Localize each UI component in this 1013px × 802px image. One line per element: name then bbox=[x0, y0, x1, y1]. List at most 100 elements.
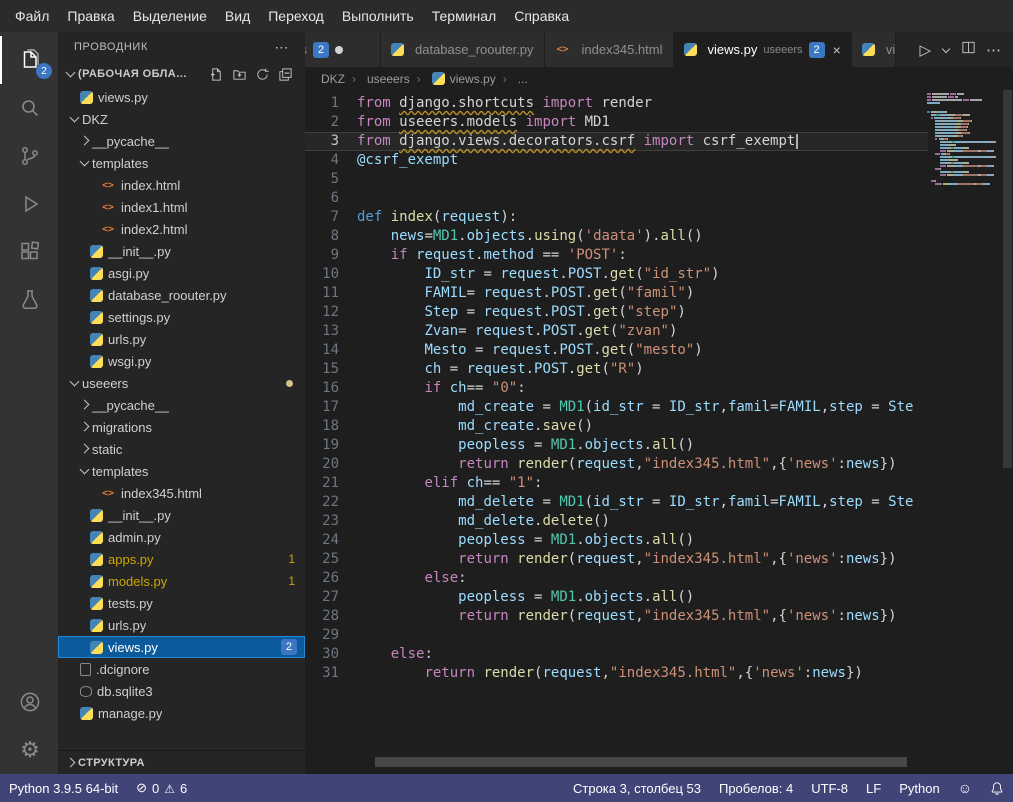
tree-item-views.py[interactable]: views.py bbox=[58, 86, 305, 108]
line-number[interactable]: 11 bbox=[305, 284, 357, 303]
close-icon[interactable] bbox=[833, 42, 841, 58]
line-number[interactable]: 7 bbox=[305, 208, 357, 227]
line-number[interactable]: 2 bbox=[305, 113, 357, 132]
tree-item-static[interactable]: static bbox=[58, 438, 305, 460]
line-number[interactable]: 26 bbox=[305, 569, 357, 588]
code-line[interactable]: 13 Zvan= request.POST.get("zvan") bbox=[305, 322, 928, 341]
code-line[interactable]: 10 ID_str = request.POST.get("id_str") bbox=[305, 265, 928, 284]
breadcrumb-item[interactable]: ... bbox=[496, 72, 528, 86]
tree-item-DKZ[interactable]: DKZ bbox=[58, 108, 305, 130]
code-line[interactable]: 20 return render(request,"index345.html"… bbox=[305, 455, 928, 474]
tree-item-admin.py[interactable]: admin.py bbox=[58, 526, 305, 548]
line-number[interactable]: 30 bbox=[305, 645, 357, 664]
tree-item-tests.py[interactable]: tests.py bbox=[58, 592, 305, 614]
code-line[interactable]: 4@csrf_exempt bbox=[305, 151, 928, 170]
line-number[interactable]: 15 bbox=[305, 360, 357, 379]
line-number[interactable]: 22 bbox=[305, 493, 357, 512]
tree-item-index345.html[interactable]: index345.html bbox=[58, 482, 305, 504]
code-line[interactable]: 2from useeers.models import MD1 bbox=[305, 113, 928, 132]
collapse-all-icon[interactable] bbox=[278, 67, 293, 82]
tree-item-__pycache__[interactable]: __pycache__ bbox=[58, 130, 305, 152]
line-number[interactable]: 18 bbox=[305, 417, 357, 436]
code-line[interactable]: 12 Step = request.POST.get("step") bbox=[305, 303, 928, 322]
code-line[interactable]: 17 md_create = MD1(id_str = ID_str,famil… bbox=[305, 398, 928, 417]
line-number[interactable]: 28 bbox=[305, 607, 357, 626]
outline-section-header[interactable]: СТРУКТУРА bbox=[58, 750, 305, 774]
tab-database_roouter.py[interactable]: database_roouter.py bbox=[381, 32, 545, 67]
explorer-icon[interactable]: 2 bbox=[0, 36, 58, 84]
code-editor[interactable]: 1from django.shortcuts import render2fro… bbox=[305, 90, 1013, 774]
line-number[interactable]: 14 bbox=[305, 341, 357, 360]
source-control-icon[interactable] bbox=[0, 132, 58, 180]
menu-item[interactable]: Терминал bbox=[423, 0, 505, 32]
line-number[interactable]: 24 bbox=[305, 531, 357, 550]
feedback-smiley-icon[interactable] bbox=[949, 774, 981, 802]
eol[interactable]: LF bbox=[857, 774, 890, 802]
tab-index345.html[interactable]: index345.html bbox=[545, 32, 674, 67]
code-line[interactable]: 26 else: bbox=[305, 569, 928, 588]
menu-item[interactable]: Переход bbox=[259, 0, 333, 32]
tree-item-useeers[interactable]: useeers bbox=[58, 372, 305, 394]
workspace-section-header[interactable]: (РАБОЧАЯ ОБЛАСТЬ) ... bbox=[58, 62, 305, 86]
tree-item-db.sqlite3[interactable]: db.sqlite3 bbox=[58, 680, 305, 702]
line-number[interactable]: 31 bbox=[305, 664, 357, 683]
extensions-icon[interactable] bbox=[0, 228, 58, 276]
new-folder-icon[interactable] bbox=[232, 67, 247, 82]
tab-vi[interactable]: vi bbox=[852, 32, 896, 67]
tree-item-database_roouter.py[interactable]: database_roouter.py bbox=[58, 284, 305, 306]
tree-item-index1.html[interactable]: index1.html bbox=[58, 196, 305, 218]
code-line[interactable]: 28 return render(request,"index345.html"… bbox=[305, 607, 928, 626]
line-number[interactable]: 17 bbox=[305, 398, 357, 417]
line-number[interactable]: 29 bbox=[305, 626, 357, 645]
tree-item-manage.py[interactable]: manage.py bbox=[58, 702, 305, 724]
search-icon[interactable] bbox=[0, 84, 58, 132]
code-line[interactable]: 9 if request.method == 'POST': bbox=[305, 246, 928, 265]
code-line[interactable]: 5 bbox=[305, 170, 928, 189]
code-line[interactable]: 27 peopless = MD1.objects.all() bbox=[305, 588, 928, 607]
tree-item-__init__.py[interactable]: __init__.py bbox=[58, 240, 305, 262]
breadcrumb-item[interactable]: DKZ bbox=[321, 72, 345, 86]
line-number[interactable]: 16 bbox=[305, 379, 357, 398]
language-mode[interactable]: Python bbox=[890, 774, 948, 802]
vertical-scrollbar[interactable] bbox=[1003, 90, 1012, 468]
code-line[interactable]: 15 ch = request.POST.get("R") bbox=[305, 360, 928, 379]
line-number[interactable]: 20 bbox=[305, 455, 357, 474]
menu-item[interactable]: Выделение bbox=[124, 0, 216, 32]
menu-item[interactable]: Вид bbox=[216, 0, 259, 32]
tree-item-__init__.py[interactable]: __init__.py bbox=[58, 504, 305, 526]
tab-diiits[interactable]: diiits2 bbox=[305, 32, 381, 67]
code-line[interactable]: 8 news=MD1.objects.using('daata').all() bbox=[305, 227, 928, 246]
code-line[interactable]: 18 md_create.save() bbox=[305, 417, 928, 436]
account-icon[interactable] bbox=[0, 678, 58, 726]
tree-item-views.py[interactable]: views.py2 bbox=[58, 636, 305, 658]
line-number[interactable]: 1 bbox=[305, 94, 357, 113]
code-line[interactable]: 22 md_delete = MD1(id_str = ID_str,famil… bbox=[305, 493, 928, 512]
tree-item-.dcignore[interactable]: .dcignore bbox=[58, 658, 305, 680]
line-number[interactable]: 27 bbox=[305, 588, 357, 607]
indentation[interactable]: Пробелов: 4 bbox=[710, 774, 802, 802]
line-number[interactable]: 25 bbox=[305, 550, 357, 569]
tree-item-templates[interactable]: templates bbox=[58, 152, 305, 174]
tree-item-settings.py[interactable]: settings.py bbox=[58, 306, 305, 328]
code-line[interactable]: 21 elif ch== "1": bbox=[305, 474, 928, 493]
tree-item-urls.py[interactable]: urls.py bbox=[58, 328, 305, 350]
line-number[interactable]: 10 bbox=[305, 265, 357, 284]
cursor-position[interactable]: Строка 3, столбец 53 bbox=[564, 774, 710, 802]
tree-item-__pycache__[interactable]: __pycache__ bbox=[58, 394, 305, 416]
tree-item-index2.html[interactable]: index2.html bbox=[58, 218, 305, 240]
testing-icon[interactable] bbox=[0, 276, 58, 324]
line-number[interactable]: 12 bbox=[305, 303, 357, 322]
code-line[interactable]: 29 bbox=[305, 626, 928, 645]
encoding[interactable]: UTF-8 bbox=[802, 774, 857, 802]
line-number[interactable]: 5 bbox=[305, 170, 357, 189]
line-number[interactable]: 9 bbox=[305, 246, 357, 265]
notifications-bell-icon[interactable] bbox=[981, 774, 1013, 802]
editor-more-actions-icon[interactable]: ⋯ bbox=[986, 41, 1001, 59]
code-line[interactable]: 1from django.shortcuts import render bbox=[305, 94, 928, 113]
code-line[interactable]: 14 Mesto = request.POST.get("mesto") bbox=[305, 341, 928, 360]
code-line[interactable]: 19 peopless = MD1.objects.all() bbox=[305, 436, 928, 455]
breadcrumb-item[interactable]: useeers bbox=[345, 72, 410, 86]
tree-item-templates[interactable]: templates bbox=[58, 460, 305, 482]
code-line[interactable]: 25 return render(request,"index345.html"… bbox=[305, 550, 928, 569]
minimap[interactable] bbox=[927, 93, 1001, 186]
